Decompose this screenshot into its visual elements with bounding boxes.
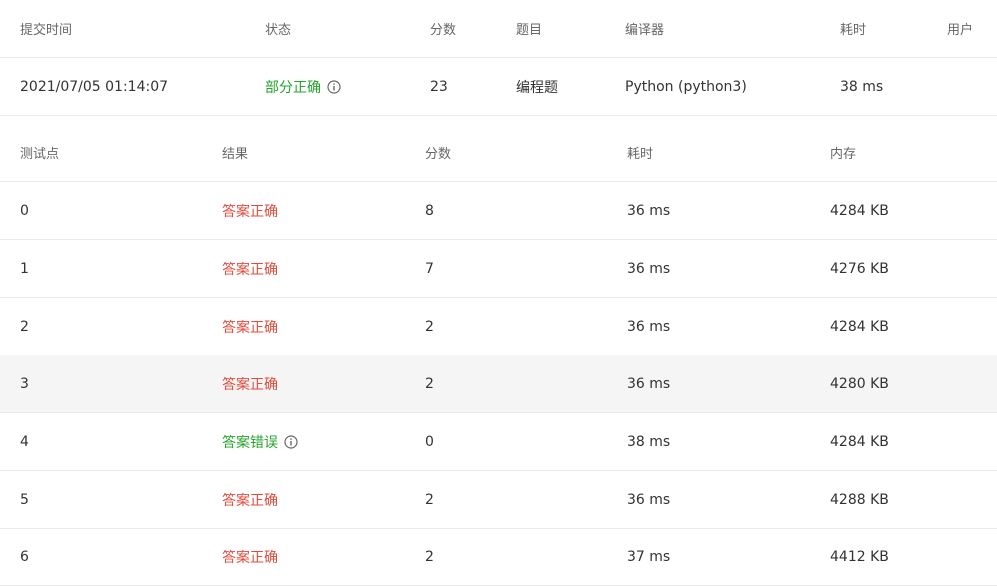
header-memory: 内存 [830, 147, 857, 162]
test-memory: 4284 KB [830, 433, 889, 450]
test-result: 答案正确 [222, 261, 278, 278]
header-test-elapsed: 耗时 [627, 147, 654, 162]
header-result: 结果 [222, 147, 249, 162]
test-elapsed: 36 ms [627, 318, 671, 335]
test-score: 2 [425, 548, 434, 565]
header-test-case: 测试点 [20, 147, 60, 162]
table-row: 4 答案错误 0 38 ms 4284 KB [0, 413, 997, 471]
table-row: 6 答案正确 2 37 ms 4412 KB [0, 528, 997, 586]
test-result: 答案正确 [222, 376, 278, 393]
test-result: 答案正确 [222, 549, 278, 566]
test-case: 2 [20, 318, 29, 335]
test-elapsed: 36 ms [627, 375, 671, 392]
submission-status-cell: 部分正确 [265, 58, 341, 115]
header-status: 状态 [265, 23, 292, 38]
table-row: 2 答案正确 2 36 ms 4284 KB [0, 298, 997, 356]
test-result: 答案正确 [222, 319, 278, 336]
table-row: 1 答案正确 7 36 ms 4276 KB [0, 240, 997, 298]
test-result: 答案正确 [222, 203, 278, 220]
submission-header-row: 提交时间 状态 分数 题目 编译器 耗时 用户 [0, 0, 997, 58]
header-test-score: 分数 [425, 147, 452, 162]
test-score: 2 [425, 375, 434, 392]
test-result: 答案正确 [222, 492, 278, 509]
test-score: 8 [425, 202, 434, 219]
test-score: 2 [425, 491, 434, 508]
header-user: 用户 [947, 23, 974, 38]
submission-time: 2021/07/05 01:14:07 [20, 78, 169, 95]
test-score: 2 [425, 318, 434, 335]
test-case: 1 [20, 260, 29, 277]
info-circle-icon[interactable] [284, 434, 298, 449]
header-elapsed: 耗时 [840, 23, 867, 38]
submission-problem[interactable]: 编程题 [516, 58, 558, 115]
submission-score: 23 [430, 78, 448, 95]
test-elapsed: 36 ms [627, 260, 671, 277]
test-memory: 4280 KB [830, 375, 889, 392]
test-memory: 4284 KB [830, 202, 889, 219]
test-case: 6 [20, 548, 29, 565]
header-submit-time: 提交时间 [20, 23, 73, 38]
test-memory: 4276 KB [830, 260, 889, 277]
test-elapsed: 36 ms [627, 202, 671, 219]
test-case: 0 [20, 202, 29, 219]
table-row: 0 答案正确 8 36 ms 4284 KB [0, 182, 997, 240]
test-elapsed: 38 ms [627, 433, 671, 450]
test-case: 5 [20, 491, 29, 508]
test-case: 4 [20, 433, 29, 450]
test-table-header: 测试点 结果 分数 耗时 内存 [0, 124, 997, 182]
header-compiler: 编译器 [625, 23, 665, 38]
submission-elapsed: 38 ms [840, 78, 884, 95]
test-memory: 4288 KB [830, 491, 889, 508]
table-row: 5 答案正确 2 36 ms 4288 KB [0, 471, 997, 529]
test-result-cell: 答案错误 [222, 413, 298, 470]
submission-row: 2021/07/05 01:14:07 部分正确 23 编程题 Python (… [0, 58, 997, 116]
test-result[interactable]: 答案错误 [222, 432, 278, 452]
test-case: 3 [20, 375, 29, 392]
header-score: 分数 [430, 23, 457, 38]
submission-status[interactable]: 部分正确 [265, 77, 321, 97]
test-elapsed: 36 ms [627, 491, 671, 508]
test-memory: 4412 KB [830, 548, 889, 565]
test-score: 0 [425, 433, 434, 450]
info-circle-icon[interactable] [327, 79, 341, 94]
test-score: 7 [425, 260, 434, 277]
test-elapsed: 37 ms [627, 548, 671, 565]
submission-compiler: Python (python3) [625, 78, 747, 95]
header-problem: 题目 [516, 23, 543, 38]
table-row: 3 答案正确 2 36 ms 4280 KB [0, 355, 997, 413]
test-memory: 4284 KB [830, 318, 889, 335]
